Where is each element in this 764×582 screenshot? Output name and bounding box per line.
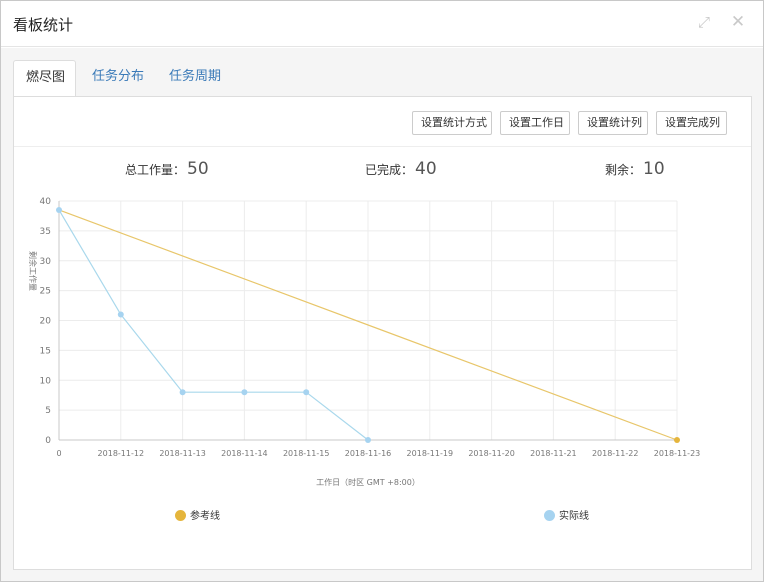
x-axis-title: 工作日（时区 GMT +8:00）	[316, 477, 420, 487]
legend-item-actual[interactable]: 实际线	[544, 507, 589, 522]
y-tick-label: 30	[40, 257, 52, 267]
x-tick-label: 0	[56, 449, 61, 458]
legend-actual-label: 实际线	[559, 511, 589, 522]
y-tick-label: 20	[40, 317, 52, 327]
expand-icon[interactable]: ⤢	[695, 13, 713, 31]
data-point-actual	[303, 389, 310, 396]
y-axis-title: 剩余工作量	[28, 251, 38, 291]
data-point-actual	[241, 389, 248, 396]
y-tick-label: 35	[40, 227, 51, 237]
legend-reference-label: 参考线	[190, 511, 220, 522]
x-tick-label: 2018-11-12	[98, 449, 145, 458]
x-tick-label: 2018-11-14	[221, 449, 268, 458]
burndown-chart: 0 5 10 15 20 25 30 35 40 0 2018-11-12 2018-11-13 201…	[28, 197, 701, 487]
y-tick-label: 0	[45, 436, 51, 446]
x-tick-label: 2018-11-19	[407, 449, 454, 458]
legend-item-reference[interactable]: 参考线	[175, 507, 220, 522]
data-point-actual	[179, 389, 186, 396]
x-tick-label: 2018-11-15	[283, 449, 330, 458]
y-tick-label: 10	[40, 376, 52, 386]
data-point-actual	[365, 437, 371, 443]
dialog-title: 看板统计	[13, 16, 74, 34]
close-icon[interactable]: ✕	[729, 13, 747, 31]
x-tick-label: 2018-11-21	[530, 449, 577, 458]
data-point-reference	[674, 437, 680, 443]
y-tick-label: 40	[40, 197, 52, 207]
y-tick-label: 5	[45, 406, 51, 416]
kanban-stats-dialog: 看板统计 ⤢ ✕ 燃尽图 任务分布 任务周期 设置统计方式 设置工作日 设置统计…	[0, 0, 764, 582]
x-tick-label: 2018-11-13	[159, 449, 206, 458]
series-line-actual	[58, 209, 369, 441]
x-tick-label: 2018-11-16	[345, 449, 392, 458]
dialog-header: 看板统计 ⤢ ✕	[1, 1, 763, 47]
dialog-body: 燃尽图 任务分布 任务周期 设置统计方式 设置工作日 设置统计列 设置完成列 总…	[1, 48, 763, 581]
legend-reference-swatch	[175, 510, 186, 521]
data-point-actual	[56, 206, 62, 213]
legend-actual-swatch	[544, 510, 555, 521]
x-tick-label: 2018-11-23	[654, 449, 701, 458]
x-tick-label: 2018-11-20	[468, 449, 515, 458]
data-point-actual	[117, 311, 124, 318]
y-tick-label: 15	[40, 346, 51, 356]
y-tick-label: 25	[40, 287, 51, 297]
x-tick-label: 2018-11-22	[592, 449, 639, 458]
